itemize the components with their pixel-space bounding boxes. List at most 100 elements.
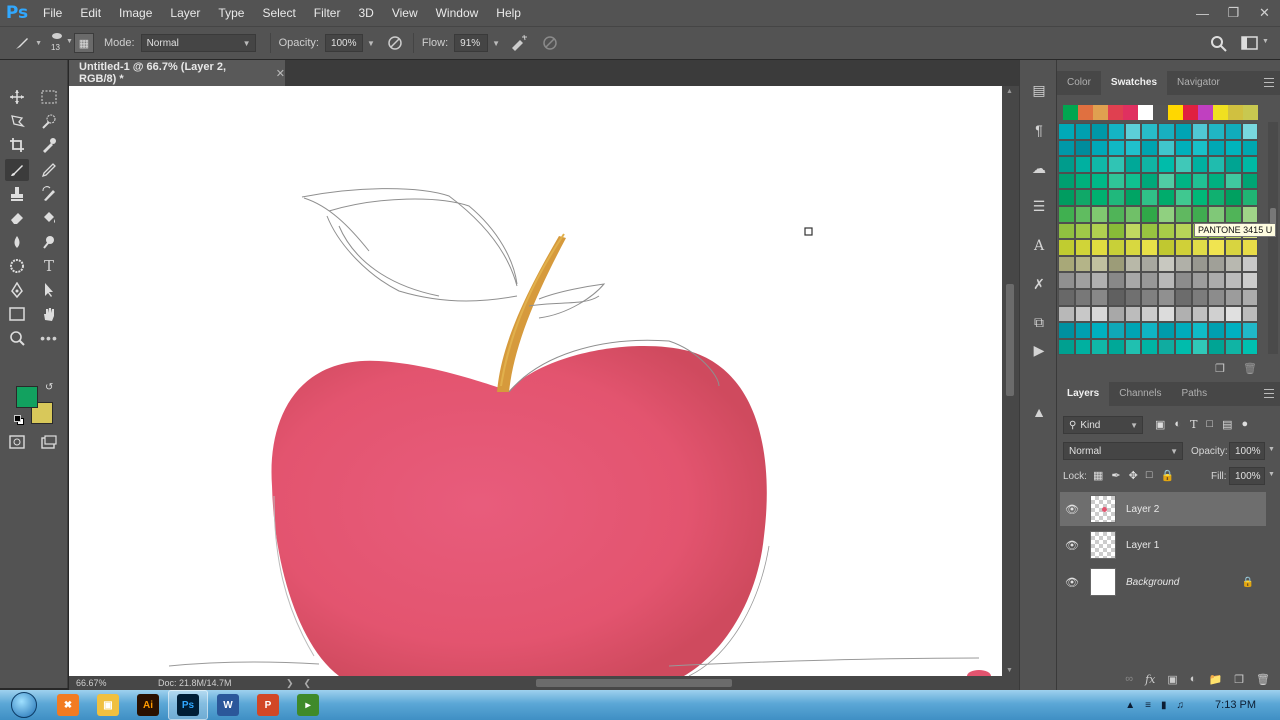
recent-swatch[interactable] bbox=[1093, 105, 1108, 120]
swatches-panel-menu-icon[interactable] bbox=[1264, 78, 1274, 87]
swatch[interactable] bbox=[1074, 189, 1092, 206]
menu-file[interactable]: File bbox=[34, 0, 71, 26]
swatch[interactable] bbox=[1158, 189, 1175, 206]
swatch[interactable] bbox=[1124, 172, 1142, 190]
filter-adjustment-icon[interactable]: ◐ bbox=[1174, 418, 1181, 431]
default-colors-icon[interactable] bbox=[14, 415, 24, 425]
lasso-tool-icon[interactable] bbox=[5, 110, 29, 132]
swatch[interactable] bbox=[1191, 338, 1209, 356]
swatch[interactable] bbox=[1141, 189, 1159, 206]
swatch[interactable] bbox=[1058, 123, 1075, 140]
sponge-tool-icon[interactable] bbox=[5, 255, 29, 277]
swatch[interactable] bbox=[1191, 156, 1209, 173]
swatch[interactable] bbox=[1174, 222, 1192, 240]
swatch[interactable] bbox=[1124, 338, 1142, 356]
swatch[interactable] bbox=[1208, 172, 1225, 190]
swatch[interactable] bbox=[1058, 272, 1075, 289]
swatch[interactable] bbox=[1141, 272, 1159, 289]
swatch[interactable] bbox=[1174, 156, 1192, 173]
swatch[interactable] bbox=[1141, 255, 1159, 273]
move-tool-icon[interactable] bbox=[5, 86, 29, 108]
swatch[interactable] bbox=[1091, 338, 1109, 356]
tool-presets-panel-icon[interactable]: ✗ bbox=[1027, 272, 1051, 296]
swatch[interactable] bbox=[1074, 288, 1092, 306]
swatch[interactable] bbox=[1208, 338, 1225, 356]
swatch[interactable] bbox=[1158, 305, 1175, 323]
swatch[interactable] bbox=[1108, 305, 1125, 323]
swatch[interactable] bbox=[1074, 222, 1092, 240]
swatch[interactable] bbox=[1224, 338, 1242, 356]
swatch[interactable] bbox=[1224, 305, 1242, 323]
swatch[interactable] bbox=[1074, 139, 1092, 157]
swatch[interactable] bbox=[1058, 156, 1075, 173]
close-icon[interactable]: ✕ bbox=[1249, 0, 1280, 26]
swatch[interactable] bbox=[1091, 255, 1109, 273]
network-icon[interactable]: ≡ bbox=[1145, 700, 1151, 711]
recent-swatch[interactable] bbox=[1183, 105, 1198, 120]
scroll-left-icon[interactable]: ❮ bbox=[304, 678, 312, 689]
swatch[interactable] bbox=[1141, 156, 1159, 173]
filter-toggle-icon[interactable]: ● bbox=[1241, 418, 1248, 431]
blur-tool-icon[interactable] bbox=[5, 231, 29, 253]
taskbar-photoshop[interactable]: Ps bbox=[168, 690, 208, 720]
swatch[interactable] bbox=[1108, 322, 1125, 339]
swatch[interactable] bbox=[1124, 222, 1142, 240]
swatch[interactable] bbox=[1091, 288, 1109, 306]
swatch[interactable] bbox=[1091, 123, 1109, 140]
swatch[interactable] bbox=[1241, 139, 1259, 157]
horizontal-scroll-thumb[interactable] bbox=[536, 679, 732, 687]
eyedropper-tool-icon[interactable] bbox=[37, 134, 61, 156]
blend-mode-dropdown[interactable]: Normal ▼ bbox=[1063, 442, 1183, 460]
history-panel-icon[interactable]: ▤ bbox=[1027, 78, 1051, 102]
swatch[interactable] bbox=[1208, 123, 1225, 140]
document-tab[interactable]: Untitled-1 @ 66.7% (Layer 2, RGB/8) * ✕ bbox=[69, 60, 285, 86]
swatch[interactable] bbox=[1141, 305, 1159, 323]
swatch[interactable] bbox=[1241, 189, 1259, 206]
swatch[interactable] bbox=[1158, 123, 1175, 140]
clone-stamp-tool-icon[interactable] bbox=[5, 183, 29, 205]
menu-window[interactable]: Window bbox=[427, 0, 488, 26]
swatch[interactable] bbox=[1208, 239, 1225, 256]
swatch[interactable] bbox=[1058, 239, 1075, 256]
swatch[interactable] bbox=[1241, 322, 1259, 339]
swatch[interactable] bbox=[1241, 205, 1259, 223]
crop-tool-icon[interactable] bbox=[5, 134, 29, 156]
swatch[interactable] bbox=[1074, 255, 1092, 273]
swatch[interactable] bbox=[1141, 239, 1159, 256]
visibility-eye-icon[interactable]: 👁 bbox=[1060, 503, 1084, 516]
swatch[interactable] bbox=[1074, 172, 1092, 190]
lock-transparency-icon[interactable]: ▦ bbox=[1093, 469, 1103, 482]
recent-swatch[interactable] bbox=[1243, 105, 1258, 120]
swatch[interactable] bbox=[1141, 123, 1159, 140]
link-layers-icon[interactable]: ∞ bbox=[1125, 673, 1133, 685]
layer-name[interactable]: Layer 2 bbox=[1126, 504, 1159, 515]
swatch[interactable] bbox=[1224, 322, 1242, 339]
swatch[interactable] bbox=[1058, 172, 1075, 190]
swatch[interactable] bbox=[1074, 156, 1092, 173]
swatch[interactable] bbox=[1108, 139, 1125, 157]
swatch[interactable] bbox=[1241, 255, 1259, 273]
swatch[interactable] bbox=[1091, 156, 1109, 173]
swatch[interactable] bbox=[1174, 322, 1192, 339]
swatch[interactable] bbox=[1058, 189, 1075, 206]
swatch[interactable] bbox=[1058, 139, 1075, 157]
swatch[interactable] bbox=[1124, 322, 1142, 339]
swatch[interactable] bbox=[1158, 272, 1175, 289]
delete-layer-icon[interactable]: 🗑 bbox=[1256, 673, 1270, 686]
swatch[interactable] bbox=[1141, 205, 1159, 223]
layer-filter-dropdown[interactable]: ⚲ Kind ▼ bbox=[1063, 416, 1143, 434]
visibility-eye-icon[interactable]: 👁 bbox=[1060, 576, 1084, 589]
layer-style-icon[interactable]: fx bbox=[1145, 673, 1155, 686]
taskbar-greenshot[interactable]: ▸ bbox=[288, 690, 328, 720]
close-document-icon[interactable]: ✕ bbox=[276, 67, 285, 80]
swatch[interactable] bbox=[1224, 239, 1242, 256]
paragraph-panel-icon[interactable]: ¶ bbox=[1027, 118, 1051, 142]
layers-panel-menu-icon[interactable] bbox=[1264, 389, 1274, 398]
vertical-scroll-thumb[interactable] bbox=[1006, 284, 1014, 396]
swatch[interactable] bbox=[1158, 239, 1175, 256]
menu-type[interactable]: Type bbox=[209, 0, 253, 26]
swatch[interactable] bbox=[1191, 189, 1209, 206]
swatch[interactable] bbox=[1108, 189, 1125, 206]
swatch[interactable] bbox=[1208, 305, 1225, 323]
swatch[interactable] bbox=[1174, 139, 1192, 157]
